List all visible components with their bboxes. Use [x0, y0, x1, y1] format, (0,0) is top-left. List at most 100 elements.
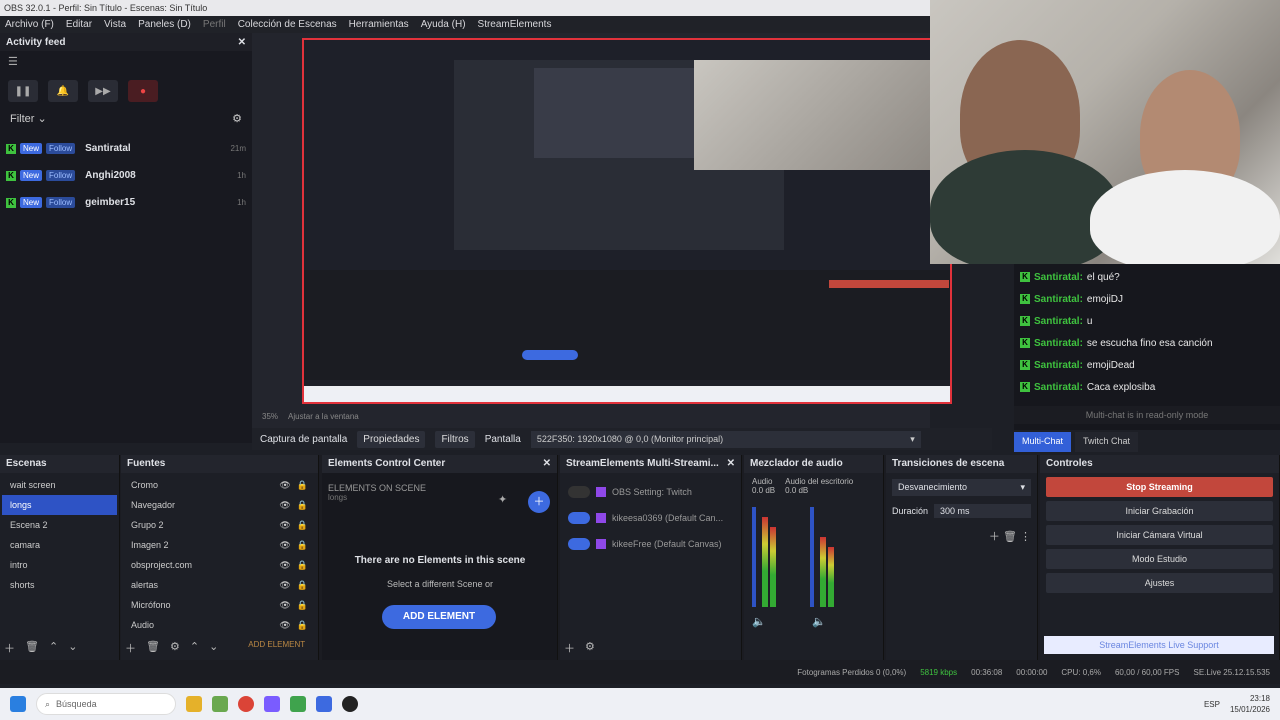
- eye-icon[interactable]: 👁: [279, 595, 290, 615]
- speaker-icon[interactable]: 🔈: [752, 615, 766, 628]
- source-item[interactable]: Grupo 2 👁 🔒: [123, 515, 316, 535]
- add-icon[interactable]: ＋: [564, 640, 575, 656]
- scene-item[interactable]: camara: [2, 535, 117, 555]
- add-element-link[interactable]: ADD ELEMENT: [248, 640, 305, 656]
- app-icon[interactable]: [264, 696, 280, 712]
- properties-button[interactable]: Propiedades: [357, 430, 426, 448]
- tab-multi-chat[interactable]: Multi-Chat: [1014, 432, 1072, 452]
- close-icon[interactable]: ✕: [238, 37, 246, 48]
- live-support-button[interactable]: StreamElements Live Support: [1044, 636, 1274, 654]
- close-icon[interactable]: ✕: [543, 455, 551, 473]
- add-icon[interactable]: ＋: [125, 640, 136, 656]
- lock-icon[interactable]: 🔒: [297, 475, 308, 495]
- screen-select[interactable]: 522F350: 1920x1080 @ 0,0 (Monitor princi…: [530, 430, 921, 448]
- menu-paneles[interactable]: Paneles (D): [138, 19, 191, 30]
- eye-icon[interactable]: 👁: [279, 535, 290, 555]
- stream-target[interactable]: kikeesa0369 (Default Can...: [560, 505, 741, 531]
- obs-icon[interactable]: [342, 696, 358, 712]
- sparkle-icon[interactable]: ✦: [498, 493, 518, 513]
- gear-icon[interactable]: ⚙: [585, 640, 595, 656]
- eye-icon[interactable]: 👁: [279, 495, 290, 515]
- filters-button[interactable]: Filtros: [435, 430, 475, 448]
- menu-ayuda[interactable]: Ayuda (H): [421, 19, 466, 30]
- add-icon[interactable]: ＋: [528, 491, 550, 513]
- feed-item[interactable]: K New Follow Anghi2008 1h: [0, 162, 252, 189]
- settings-button[interactable]: Ajustes: [1046, 573, 1273, 593]
- menu-streamelements[interactable]: StreamElements: [478, 19, 552, 30]
- lock-icon[interactable]: 🔒: [297, 615, 308, 635]
- source-item[interactable]: Cromo 👁 🔒: [123, 475, 316, 495]
- studio-mode-button[interactable]: Modo Estudio: [1046, 549, 1273, 569]
- filter-dropdown[interactable]: Filter ⌄: [10, 112, 47, 125]
- source-item[interactable]: Navegador 👁 🔒: [123, 495, 316, 515]
- speaker-icon[interactable]: 🔈: [812, 615, 826, 628]
- menu-archivo[interactable]: Archivo (F): [5, 19, 54, 30]
- menu-perfil[interactable]: Perfil: [203, 19, 226, 30]
- source-item[interactable]: obsproject.com 👁 🔒: [123, 555, 316, 575]
- close-icon[interactable]: ✕: [727, 455, 735, 473]
- menu-vista[interactable]: Vista: [104, 19, 126, 30]
- eye-icon[interactable]: 👁: [279, 555, 290, 575]
- chrome-icon[interactable]: [238, 696, 254, 712]
- source-item[interactable]: Audio 👁 🔒: [123, 615, 316, 635]
- menu-escenas[interactable]: Colección de Escenas: [238, 19, 337, 30]
- search-input[interactable]: ⌕ Búsqueda: [36, 693, 176, 715]
- scene-item[interactable]: longs: [2, 495, 117, 515]
- trash-icon[interactable]: 🗑: [146, 640, 160, 656]
- preview-canvas[interactable]: [302, 38, 952, 404]
- pause-icon[interactable]: ❚❚: [8, 80, 38, 102]
- transition-toolbar[interactable]: ＋ 🗑 ⋮: [886, 520, 1037, 552]
- lock-icon[interactable]: 🔒: [297, 555, 308, 575]
- audio-meter[interactable]: [810, 507, 844, 607]
- toggle-switch[interactable]: [568, 486, 590, 498]
- up-icon[interactable]: ⌃: [190, 640, 199, 656]
- bell-icon[interactable]: 🔔: [48, 80, 78, 102]
- add-icon[interactable]: ＋: [4, 640, 15, 656]
- up-icon[interactable]: ⌃: [49, 640, 58, 656]
- gear-icon[interactable]: ⚙: [232, 112, 242, 125]
- app-icon[interactable]: [316, 696, 332, 712]
- start-recording-button[interactable]: Iniciar Grabación: [1046, 501, 1273, 521]
- app-icon[interactable]: [212, 696, 228, 712]
- skip-icon[interactable]: ▶▶: [88, 80, 118, 102]
- stop-streaming-button[interactable]: Stop Streaming: [1046, 477, 1273, 497]
- folder-icon[interactable]: [186, 696, 202, 712]
- stream-target[interactable]: kikeeFree (Default Canvas): [560, 531, 741, 557]
- eye-icon[interactable]: 👁: [279, 475, 290, 495]
- scene-item[interactable]: wait screen: [2, 475, 117, 495]
- toggle-switch[interactable]: [568, 512, 590, 524]
- lock-icon[interactable]: 🔒: [297, 515, 308, 535]
- lock-icon[interactable]: 🔒: [297, 535, 308, 555]
- add-element-button[interactable]: ADD ELEMENT: [382, 605, 496, 629]
- menu-icon[interactable]: ☰: [0, 51, 252, 72]
- lock-icon[interactable]: 🔒: [297, 595, 308, 615]
- virtual-camera-button[interactable]: Iniciar Cámara Virtual: [1046, 525, 1273, 545]
- duration-input[interactable]: 300 ms: [934, 504, 1031, 518]
- lock-icon[interactable]: 🔒: [297, 495, 308, 515]
- eye-icon[interactable]: 👁: [279, 615, 290, 635]
- transition-select[interactable]: Desvanecimiento ▾: [892, 479, 1031, 496]
- toggle-switch[interactable]: [568, 538, 590, 550]
- menu-editar[interactable]: Editar: [66, 19, 92, 30]
- scene-item[interactable]: Escena 2: [2, 515, 117, 535]
- zoom-value[interactable]: 35%: [262, 412, 278, 421]
- windows-icon[interactable]: [10, 696, 26, 712]
- down-icon[interactable]: ⌄: [209, 640, 218, 656]
- app-icon[interactable]: [290, 696, 306, 712]
- stream-target[interactable]: OBS Setting: Twitch: [560, 479, 741, 505]
- audio-meter[interactable]: [752, 507, 786, 607]
- down-icon[interactable]: ⌄: [68, 640, 77, 656]
- trash-icon[interactable]: 🗑: [25, 640, 39, 656]
- feed-item[interactable]: K New Follow Santiratal 21m: [0, 135, 252, 162]
- menu-herramientas[interactable]: Herramientas: [349, 19, 409, 30]
- source-item[interactable]: alertas 👁 🔒: [123, 575, 316, 595]
- gear-icon[interactable]: ⚙: [170, 640, 180, 656]
- lock-icon[interactable]: 🔒: [297, 575, 308, 595]
- language-indicator[interactable]: ESP: [1204, 700, 1220, 709]
- source-item[interactable]: Imagen 2 👁 🔒: [123, 535, 316, 555]
- zoom-fit[interactable]: Ajustar a la ventana: [288, 412, 359, 421]
- tab-twitch-chat[interactable]: Twitch Chat: [1075, 432, 1139, 452]
- scene-item[interactable]: intro: [2, 555, 117, 575]
- source-item[interactable]: Micrófono 👁 🔒: [123, 595, 316, 615]
- scene-item[interactable]: shorts: [2, 575, 117, 595]
